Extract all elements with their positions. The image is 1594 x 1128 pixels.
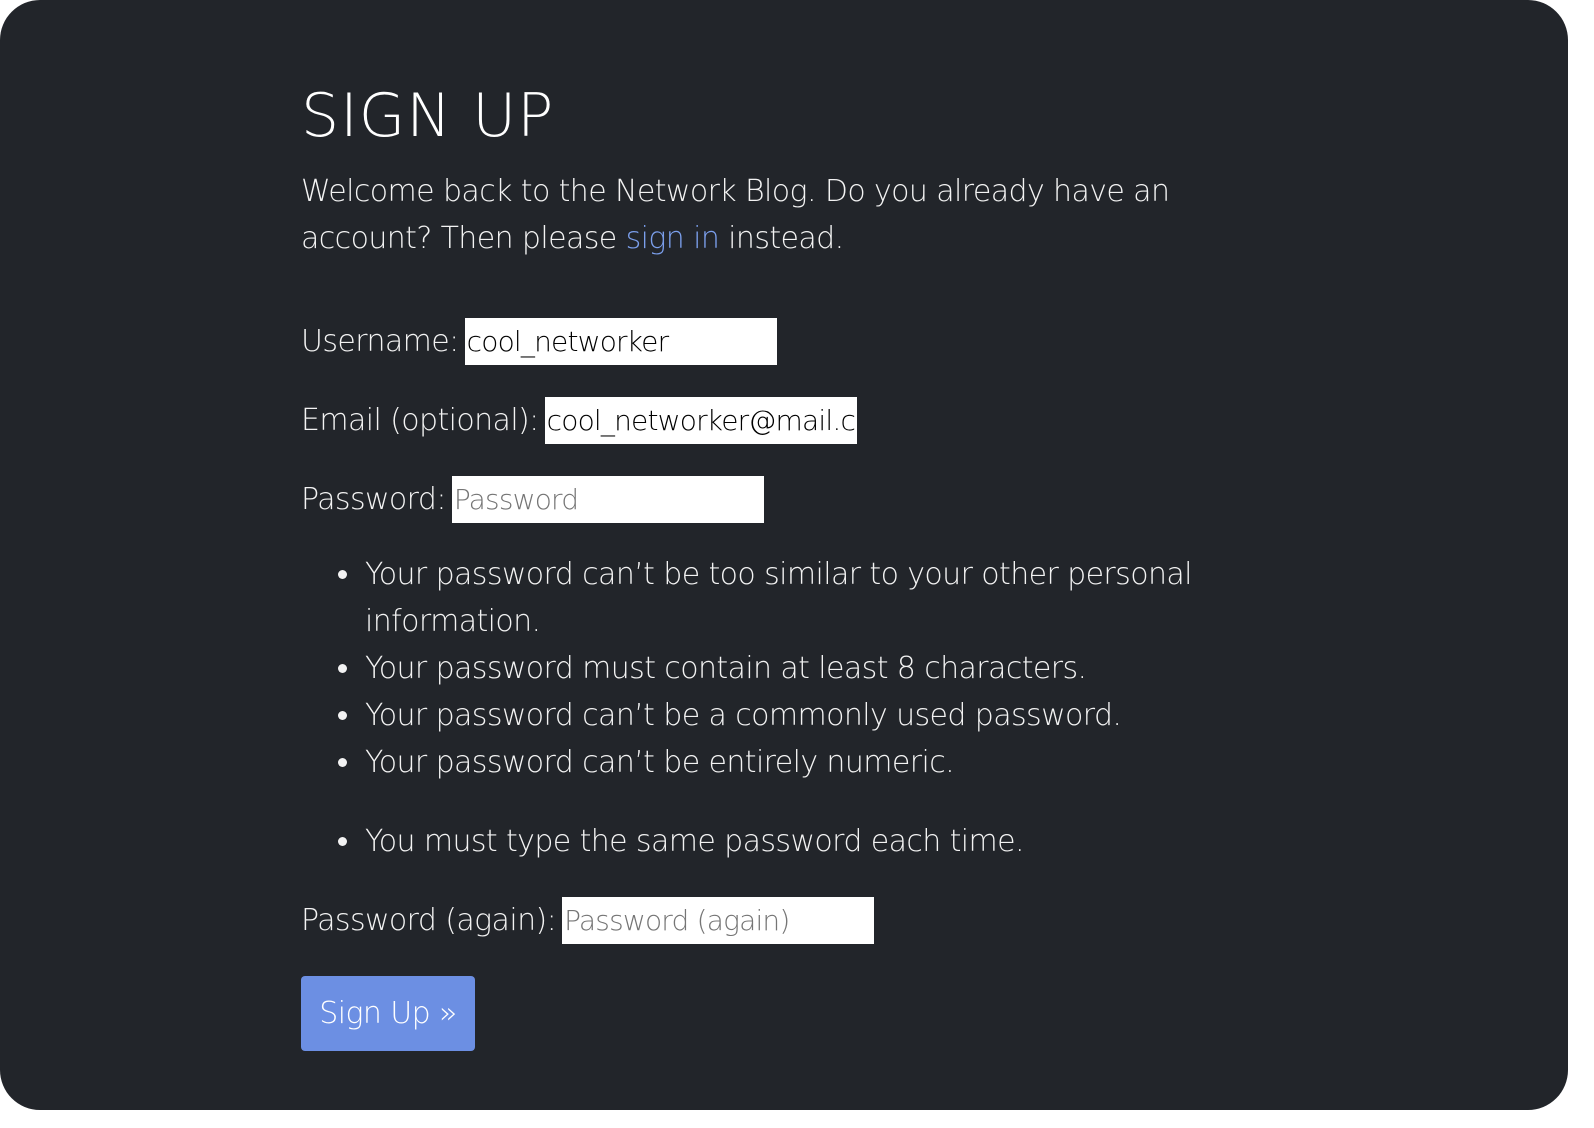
sign-up-button[interactable]: Sign Up »	[301, 976, 475, 1051]
signup-page: SIGN UP Welcome back to the Network Blog…	[0, 0, 1568, 1110]
password-label: Password:	[301, 482, 446, 517]
password-row: Password:	[301, 476, 1301, 523]
password-input[interactable]	[451, 476, 764, 523]
signup-form: Username: Email (optional): Password: Yo…	[301, 318, 1301, 1051]
email-label: Email (optional):	[301, 403, 539, 438]
page-title: SIGN UP	[301, 81, 555, 151]
username-label: Username:	[301, 324, 459, 359]
intro-suffix: instead.	[719, 221, 844, 256]
password-help-item: Your password can’t be entirely numeric.	[363, 739, 1223, 786]
intro-text: Welcome back to the Network Blog. Do you…	[301, 168, 1261, 262]
password-help-item: Your password can’t be a commonly used p…	[363, 692, 1223, 739]
username-input[interactable]	[464, 318, 777, 365]
password-again-input[interactable]	[562, 897, 875, 944]
username-row: Username:	[301, 318, 1301, 365]
password-again-label: Password (again):	[301, 903, 557, 938]
email-input[interactable]	[544, 397, 857, 444]
password-help-list: Your password can’t be too similar to yo…	[301, 551, 1223, 786]
email-row: Email (optional):	[301, 397, 1301, 444]
signup-content: SIGN UP Welcome back to the Network Blog…	[301, 78, 1301, 1051]
password-again-help-item: You must type the same password each tim…	[363, 818, 1223, 865]
password-help-item: Your password must contain at least 8 ch…	[363, 645, 1223, 692]
sign-in-link[interactable]: sign in	[626, 221, 720, 256]
password-again-help-list: You must type the same password each tim…	[301, 818, 1223, 865]
password-help-item: Your password can’t be too similar to yo…	[363, 551, 1223, 645]
password-again-row: Password (again):	[301, 897, 1301, 944]
